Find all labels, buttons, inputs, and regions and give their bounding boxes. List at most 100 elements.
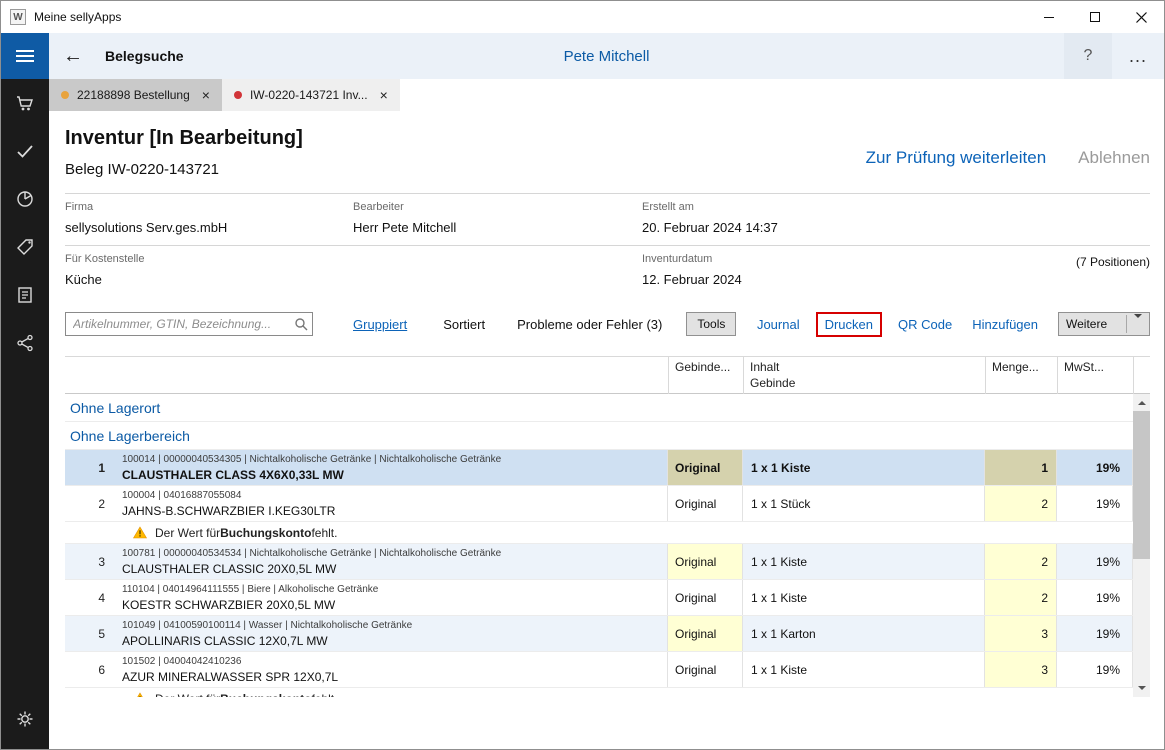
drucken-link[interactable]: Drucken [825,317,873,332]
menge-cell[interactable]: 3 [985,652,1057,687]
menge-cell[interactable]: 3 [985,616,1057,651]
article-meta: 101502 | 04004042410236 [122,656,667,667]
search-input[interactable] [65,312,313,336]
warning-text-pre: Der Wert für [155,692,220,698]
gruppiert-link[interactable]: Gruppiert [353,317,407,332]
gebinde-cell[interactable]: Original [668,450,743,485]
group-row-lagerbereich[interactable]: Ohne Lagerbereich [65,422,1133,450]
header-description [115,357,668,394]
list-toolbar: Gruppiert Sortiert Probleme oder Fehler … [65,310,1150,338]
maximize-button[interactable] [1072,1,1118,33]
article-name: JAHNS-B.SCHWARZBIER I.KEG30LTR [122,504,667,518]
sidebar-item-articles[interactable] [1,223,49,271]
row-number: 6 [65,652,115,687]
hamburger-menu-button[interactable] [1,33,49,79]
group-row-lagerort[interactable]: Ohne Lagerort [65,394,1133,422]
row-number: 1 [65,450,115,485]
tab-bestellung[interactable]: 22188898 Bestellung × [49,79,222,111]
sidebar-item-tasks[interactable] [1,127,49,175]
menge-cell[interactable]: 2 [985,486,1057,521]
table-row[interactable]: 6 101502 | 04004042410236 AZUR MINERALWA… [65,652,1133,688]
row-description: 110104 | 04014964111555 | Biere | Alkoho… [115,580,668,615]
menge-cell[interactable]: 2 [985,580,1057,615]
sidebar [1,33,49,749]
app-window: W Meine sellyApps [0,0,1165,750]
forward-for-review-button[interactable]: Zur Prüfung weiterleiten [866,148,1046,168]
field-label: Firma [65,201,353,213]
header-mwst[interactable]: MwSt... [1057,357,1133,394]
drucken-annotation-box: Drucken [816,312,882,337]
field-value: 20. Februar 2024 14:37 [642,220,1150,235]
document-header: Inventur [In Bearbeitung] Beleg IW-0220-… [65,111,1150,178]
sidebar-item-reports[interactable] [1,175,49,223]
window-title: Meine sellyApps [34,10,121,24]
header-rownum [65,357,115,394]
menge-cell[interactable]: 1 [985,450,1057,485]
table-row[interactable]: 3 100781 | 00000040534534 | Nichtalkohol… [65,544,1133,580]
minimize-button[interactable] [1026,1,1072,33]
reject-button[interactable]: Ablehnen [1078,148,1150,168]
table-row[interactable]: 5 101049 | 04100590100114 | Wasser | Nic… [65,616,1133,652]
probleme-filter-link[interactable]: Probleme oder Fehler (3) [517,317,662,332]
tab-inventur[interactable]: IW-0220-143721 Inv... × [222,79,400,111]
scroll-down-arrow-icon[interactable] [1133,680,1150,697]
gebinde-cell[interactable]: Original [668,616,743,651]
table-row[interactable]: 4 110104 | 04014964111555 | Biere | Alko… [65,580,1133,616]
field-label: Für Kostenstelle [65,253,353,265]
gebinde-cell[interactable]: Original [668,544,743,579]
tab-strip: 22188898 Bestellung × IW-0220-143721 Inv… [49,79,1164,111]
qr-code-link[interactable]: QR Code [898,317,952,332]
row-number: 4 [65,580,115,615]
sidebar-item-journal[interactable] [1,271,49,319]
gebinde-cell[interactable]: Original [668,580,743,615]
page-title: Belegsuche [105,48,184,64]
tools-button[interactable]: Tools [686,312,736,336]
weitere-label: Weitere [1066,317,1107,331]
table-row[interactable]: 1 100014 | 00000040534305 | Nichtalkohol… [65,450,1133,486]
user-name[interactable]: Pete Mitchell [564,48,650,65]
sidebar-item-settings[interactable] [1,695,49,743]
header-inhalt-line2: Gebinde [750,376,979,392]
pie-chart-icon [15,189,35,209]
warning-triangle-icon [133,692,147,697]
vertical-scrollbar[interactable] [1133,394,1150,697]
row-description: 100781 | 00000040534534 | Nichtalkoholis… [115,544,668,579]
scroll-up-arrow-icon[interactable] [1133,394,1150,411]
gebinde-cell[interactable]: Original [668,652,743,687]
weitere-dropdown-button[interactable]: Weitere [1058,312,1150,336]
sidebar-item-cart[interactable] [1,79,49,127]
hinzufuegen-link[interactable]: Hinzufügen [972,317,1038,332]
back-button[interactable]: ← [63,46,83,66]
header-menge[interactable]: Menge... [985,357,1057,394]
field-inventurdatum: Inventurdatum 12. Februar 2024 [642,253,1150,288]
gebinde-cell[interactable]: Original [668,486,743,521]
table-row[interactable]: 2 100004 | 04016887055084 JAHNS-B.SCHWAR… [65,486,1133,522]
row-description: 101502 | 04004042410236 AZUR MINERALWASS… [115,652,668,687]
header-gebinde[interactable]: Gebinde... [668,357,743,394]
minimize-icon [1044,17,1054,18]
warning-field-name: Buchungskonto [220,692,311,698]
warning-text-pre: Der Wert für [155,526,220,540]
help-button[interactable]: ? [1064,33,1112,79]
tab-close-icon[interactable]: × [380,88,388,102]
field-row-2: Für Kostenstelle Küche Inventurdatum 12.… [65,245,1150,297]
close-button[interactable] [1118,1,1164,33]
field-label: Bearbeiter [353,201,642,213]
article-meta: 110104 | 04014964111555 | Biere | Alkoho… [122,584,667,595]
tab-close-icon[interactable]: × [202,88,210,102]
header-inhalt-gebinde[interactable]: Inhalt Gebinde [743,357,985,394]
article-meta: 101049 | 04100590100114 | Wasser | Nicht… [122,620,667,631]
scrollbar-thumb[interactable] [1133,411,1150,559]
share-icon [15,333,35,353]
field-kostenstelle: Für Kostenstelle Küche [65,253,353,288]
sidebar-item-share[interactable] [1,319,49,367]
magnifier-icon[interactable] [294,317,308,331]
inhalt-cell: 1 x 1 Kiste [743,544,985,579]
mwst-cell: 19% [1057,580,1133,615]
menge-cell[interactable]: 2 [985,544,1057,579]
field-label: Erstellt am [642,201,1150,213]
sortiert-link[interactable]: Sortiert [443,317,485,332]
more-options-button[interactable]: ... [1112,33,1164,79]
journal-link[interactable]: Journal [757,317,800,332]
book-icon [15,285,35,305]
